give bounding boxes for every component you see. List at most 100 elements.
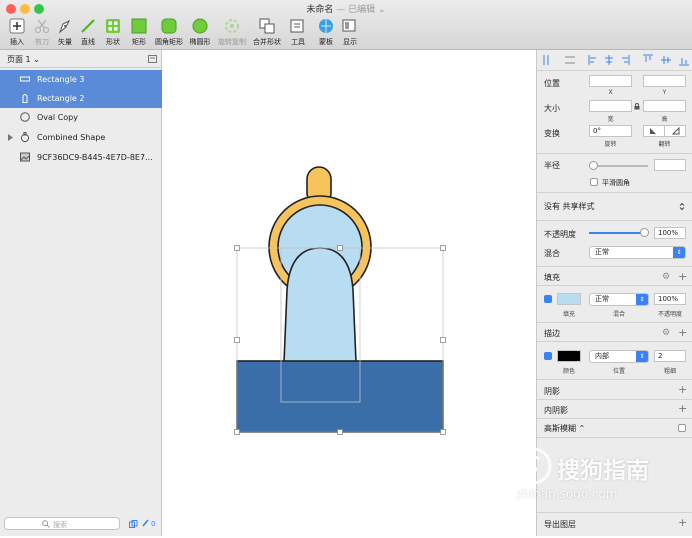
rounded-rectangle-icon	[161, 18, 177, 34]
add-border-icon[interactable]: +	[678, 327, 687, 338]
border-enabled-checkbox[interactable]	[544, 352, 552, 360]
layer-name: 9CF36DC9-B445-4E7D-8E7...	[37, 153, 153, 162]
layer-row[interactable]: Oval Copy	[0, 108, 162, 127]
oval-layer-icon	[20, 112, 30, 122]
add-shadow-icon[interactable]: +	[678, 384, 687, 395]
chevron-updown-icon[interactable]	[679, 202, 685, 211]
shared-style-select[interactable]: 没有 共享样式	[544, 201, 595, 212]
transform-label: 变换	[544, 129, 560, 138]
x-caption: X	[608, 89, 613, 96]
disclosure-triangle-icon[interactable]	[8, 134, 13, 141]
document-name: 未命名	[306, 5, 334, 15]
canvas[interactable]	[162, 50, 536, 536]
align-bottom-icon[interactable]	[679, 58, 689, 66]
oval-tool[interactable]: 椭圆形	[182, 18, 218, 48]
opacity-slider-knob[interactable]	[640, 228, 649, 237]
alignment-toolbar	[543, 54, 689, 66]
align-left-icon[interactable]	[588, 55, 596, 65]
page-header: 页面 1 ⌄	[0, 50, 162, 68]
watermark-url: zhinan.sogo.com	[516, 487, 618, 501]
position-label: 位置	[544, 79, 560, 88]
height-field[interactable]	[643, 100, 686, 112]
align-right-icon[interactable]	[622, 55, 630, 65]
layer-search-field[interactable]: 搜索	[4, 517, 120, 530]
display-menu[interactable]: 显示	[332, 18, 368, 48]
rotate-copy-label: 旋转复制	[218, 38, 246, 46]
combine-icon	[259, 18, 275, 34]
rotate-field[interactable]: 0°	[589, 125, 632, 137]
lock-icon[interactable]	[634, 103, 640, 110]
fill-opacity-field[interactable]: 100%	[654, 293, 686, 305]
fill-section-title: 填充	[544, 273, 560, 282]
combined-shape-icon	[20, 132, 30, 142]
rotate-copy-icon	[225, 19, 239, 33]
page-selector[interactable]: 页面 1 ⌄	[7, 54, 40, 65]
rectangle-layer-icon	[20, 76, 30, 82]
smooth-corners-label: 平滑圆角	[602, 179, 630, 187]
image-layer-icon	[20, 152, 30, 162]
size-label: 大小	[544, 104, 560, 113]
add-page-icon[interactable]	[148, 55, 157, 63]
border-color-swatch[interactable]	[557, 350, 581, 362]
border-section-title: 描边	[544, 329, 560, 338]
opacity-label: 不透明度	[544, 230, 576, 239]
fill-blend-value: 正常	[595, 295, 609, 303]
circle-icon	[192, 18, 208, 34]
gear-icon[interactable]: ⚙	[662, 328, 670, 338]
fill-blend-select[interactable]: 正常 ⇕	[589, 293, 649, 306]
y-caption: Y	[662, 89, 667, 96]
flip-caption: 翻转	[658, 141, 671, 148]
border-width-caption: 粗细	[663, 368, 676, 375]
toolbar: 未命名 — 已编辑 ⌄ 插入 剪刀 矢量 直线 形状 矩形 圆角矩形 椭圆形 旋…	[0, 0, 692, 50]
opacity-field[interactable]: 100%	[654, 227, 686, 239]
x-field[interactable]	[589, 75, 632, 87]
blend-select[interactable]: 正常 ⇕	[589, 246, 686, 259]
align-top-icon[interactable]	[643, 54, 653, 62]
radius-field[interactable]	[654, 159, 686, 171]
width-field[interactable]	[589, 100, 632, 112]
brush-icon[interactable]	[141, 519, 149, 528]
distribute-vertical-icon[interactable]	[565, 56, 575, 64]
divider	[537, 418, 692, 419]
border-width-field[interactable]: 2	[654, 350, 686, 362]
add-fill-icon[interactable]: +	[678, 271, 687, 282]
align-center-icon[interactable]	[605, 55, 613, 65]
fill-blend-caption: 混合	[612, 311, 625, 318]
gear-icon[interactable]: ⚙	[662, 272, 670, 282]
plus-icon	[9, 18, 25, 34]
opacity-slider-track[interactable]	[589, 232, 646, 234]
distribute-horizontal-icon[interactable]	[543, 55, 549, 65]
fill-enabled-checkbox[interactable]	[544, 295, 552, 303]
rectangle-3-shape[interactable]	[236, 360, 444, 433]
tools-icon	[290, 19, 304, 33]
fill-caption: 填充	[562, 311, 575, 318]
layer-row[interactable]: Combined Shape	[0, 128, 162, 147]
width-caption: 宽	[607, 116, 614, 123]
layer-row[interactable]: 9CF36DC9-B445-4E7D-8E7...	[0, 148, 162, 167]
rotate-copy-tool[interactable]: 旋转复制	[214, 18, 250, 48]
copy-layers-icon[interactable]	[129, 520, 138, 528]
y-field[interactable]	[643, 75, 686, 87]
layer-row[interactable]: Rectangle 2	[0, 89, 162, 108]
export-label: 导出图层	[544, 520, 576, 529]
radius-slider-knob[interactable]	[589, 161, 598, 170]
flip-buttons[interactable]	[643, 125, 686, 137]
gaussian-blur-select[interactable]: 高斯模糊 ⌃	[544, 423, 585, 434]
fill-color-swatch[interactable]	[557, 293, 581, 305]
rectangle-2-shape[interactable]	[283, 247, 357, 363]
smooth-corners-checkbox[interactable]	[590, 178, 598, 186]
divider	[537, 153, 692, 154]
divider	[537, 70, 692, 71]
border-position-select[interactable]: 内部 ⇕	[589, 350, 649, 363]
layer-row[interactable]: Rectangle 3	[0, 70, 162, 89]
divider	[537, 192, 692, 193]
add-inner-shadow-icon[interactable]: +	[678, 403, 687, 414]
radius-slider-track[interactable]	[593, 165, 648, 167]
gaussian-blur-checkbox[interactable]	[678, 424, 686, 432]
divider	[537, 322, 692, 323]
add-export-icon[interactable]: +	[678, 517, 687, 528]
align-middle-icon[interactable]	[661, 56, 671, 64]
shadow-label: 阴影	[544, 387, 560, 396]
chevron-updown-icon: ⇕	[636, 294, 648, 305]
document-status: — 已编辑 ⌄	[336, 5, 386, 15]
